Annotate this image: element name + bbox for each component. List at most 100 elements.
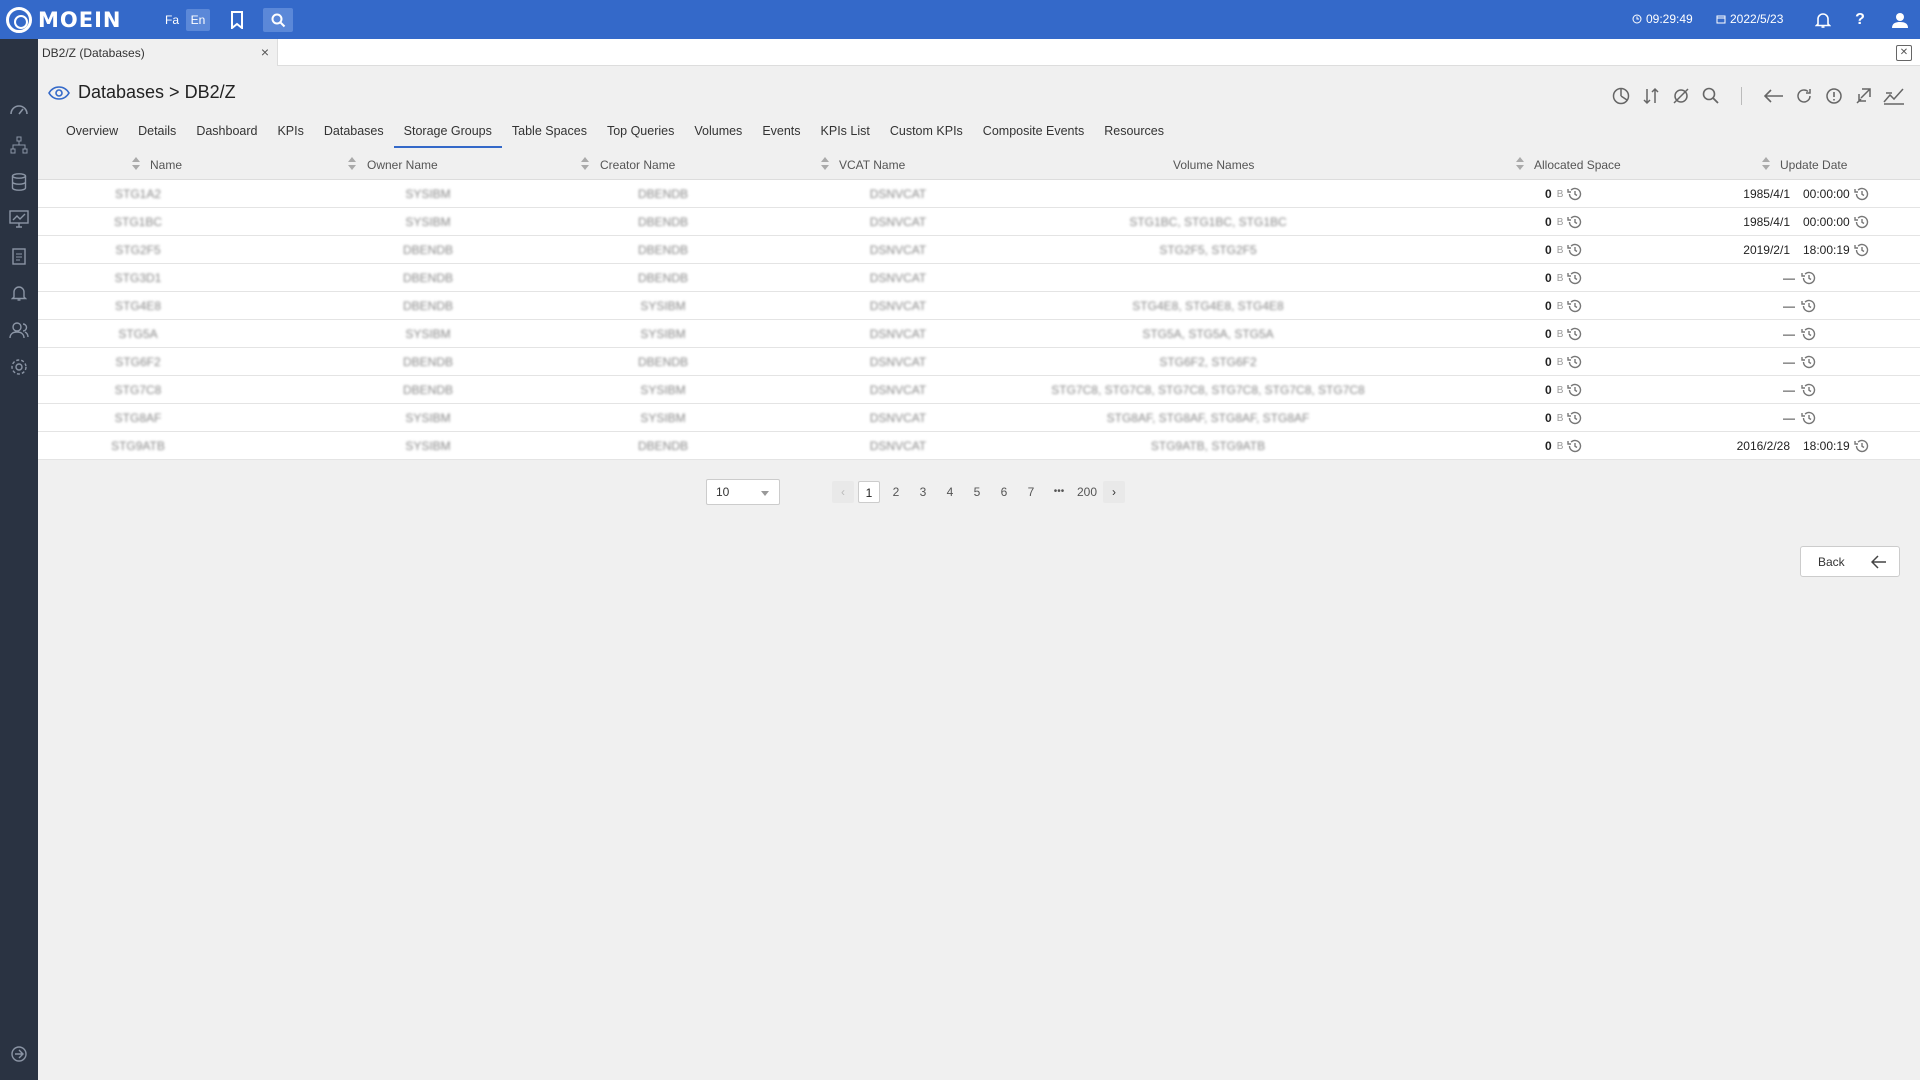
column-creator-name[interactable]: Creator Name (600, 158, 675, 172)
table-row[interactable]: STG2F5 DBENDB DBENDB DSNVCAT STG2F5, STG2F5 0… (38, 236, 1920, 264)
history-icon[interactable] (1801, 326, 1817, 342)
history-icon[interactable] (1567, 354, 1583, 370)
topology-icon[interactable] (7, 133, 31, 157)
disable-monitor-icon[interactable] (1669, 84, 1693, 108)
info-alert-icon[interactable] (1822, 84, 1846, 108)
page-size-select[interactable]: 10 (706, 479, 780, 505)
page-5[interactable]: 5 (966, 481, 988, 503)
tab-kpis[interactable]: KPIs (267, 116, 313, 148)
history-icon[interactable] (1567, 270, 1583, 286)
tab-details[interactable]: Details (128, 116, 186, 148)
column-owner-name[interactable]: Owner Name (367, 158, 438, 172)
next-page-icon[interactable]: › (1103, 481, 1125, 503)
table-row[interactable]: STG4E8 DBENDB SYSIBM DSNVCAT STG4E8, STG4E8,… (38, 292, 1920, 320)
tab-events[interactable]: Events (752, 116, 810, 148)
sort-allocated-icon[interactable] (1516, 157, 1524, 171)
page-7[interactable]: 7 (1020, 481, 1042, 503)
tab-kpis-list[interactable]: KPIs List (811, 116, 880, 148)
history-icon[interactable] (1801, 298, 1817, 314)
history-icon[interactable] (1567, 410, 1583, 426)
back-arrow-icon[interactable] (1762, 84, 1786, 108)
history-icon[interactable] (1567, 242, 1583, 258)
pin-icon[interactable] (1852, 84, 1876, 108)
help-icon[interactable]: ? (1848, 8, 1872, 32)
tab-top-queries[interactable]: Top Queries (597, 116, 684, 148)
history-icon[interactable] (1567, 298, 1583, 314)
history-icon[interactable] (1801, 382, 1817, 398)
collapse-sidebar-icon[interactable] (7, 1042, 31, 1066)
settings-icon[interactable] (7, 355, 31, 379)
refresh-icon[interactable] (1792, 84, 1816, 108)
tab-composite-events[interactable]: Composite Events (973, 116, 1094, 148)
chart-pie-icon[interactable] (1609, 84, 1633, 108)
history-icon[interactable] (1567, 186, 1583, 202)
search-table-icon[interactable] (1699, 84, 1723, 108)
table-row[interactable]: STG6F2 DBENDB DBENDB DSNVCAT STG6F2, STG6F2 0… (38, 348, 1920, 376)
monitor-icon[interactable] (7, 207, 31, 231)
page-1[interactable]: 1 (858, 481, 880, 503)
history-icon[interactable] (1854, 438, 1870, 454)
sort-creator-icon[interactable] (581, 157, 589, 171)
sort-vcat-icon[interactable] (821, 157, 829, 171)
document-tab[interactable]: DB2/Z (Databases) × (38, 39, 278, 66)
column-allocated-space[interactable]: Allocated Space (1534, 158, 1621, 172)
history-icon[interactable] (1801, 410, 1817, 426)
logo[interactable]: MOEIN (6, 7, 121, 33)
history-icon[interactable] (1567, 214, 1583, 230)
tab-table-spaces[interactable]: Table Spaces (502, 116, 597, 148)
close-all-tabs-icon[interactable]: ✕ (1896, 45, 1912, 61)
page-2[interactable]: 2 (885, 481, 907, 503)
tab-custom-kpis[interactable]: Custom KPIs (880, 116, 973, 148)
report-icon[interactable] (7, 244, 31, 268)
table-row[interactable]: STG1A2 SYSIBM DBENDB DSNVCAT 0 B 1985/4/1 00:00… (38, 180, 1920, 208)
table-row[interactable]: STG3D1 DBENDB DBENDB DSNVCAT 0 B — (38, 264, 1920, 292)
tab-databases[interactable]: Databases (314, 116, 394, 148)
tab-storage-groups[interactable]: Storage Groups (393, 116, 502, 148)
tab-dashboard[interactable]: Dashboard (186, 116, 267, 148)
page-6[interactable]: 6 (993, 481, 1015, 503)
column-update-date[interactable]: Update Date (1780, 158, 1847, 172)
table-row[interactable]: STG1BC SYSIBM DBENDB DSNVCAT STG1BC, STG1BC,… (38, 208, 1920, 236)
eye-icon[interactable] (48, 86, 70, 103)
history-icon[interactable] (1854, 242, 1870, 258)
gauge-icon[interactable] (7, 96, 31, 120)
history-icon[interactable] (1801, 270, 1817, 286)
history-icon[interactable] (1854, 186, 1870, 202)
table-row[interactable]: STG8AF SYSIBM SYSIBM DSNVCAT STG8AF, STG8AF,… (38, 404, 1920, 432)
column-name[interactable]: Name (150, 158, 182, 172)
trend-chart-icon[interactable] (1882, 84, 1906, 108)
table-row[interactable]: STG5A SYSIBM SYSIBM DSNVCAT STG5A, STG5A, ST… (38, 320, 1920, 348)
sort-owner-icon[interactable] (348, 157, 356, 171)
history-icon[interactable] (1854, 214, 1870, 230)
back-button[interactable]: Back (1800, 546, 1900, 577)
lang-fa-button[interactable]: Fa (160, 9, 184, 31)
lang-en-button[interactable]: En (186, 9, 210, 31)
user-icon[interactable] (1888, 8, 1912, 32)
close-tab-icon[interactable]: × (261, 45, 269, 59)
sort-icon[interactable] (1639, 84, 1663, 108)
history-icon[interactable] (1567, 382, 1583, 398)
bookmark-icon[interactable] (225, 8, 249, 32)
toolbar-separator (1741, 87, 1742, 105)
search-button[interactable] (263, 8, 293, 32)
tab-volumes[interactable]: Volumes (684, 116, 752, 148)
page-4[interactable]: 4 (939, 481, 961, 503)
page-ellipsis[interactable]: ••• (1048, 481, 1070, 503)
column-vcat-name[interactable]: VCAT Name (839, 158, 905, 172)
alert-bell-icon[interactable] (7, 281, 31, 305)
page-3[interactable]: 3 (912, 481, 934, 503)
sort-name-icon[interactable] (132, 157, 140, 171)
page-200[interactable]: 200 (1074, 481, 1100, 503)
history-icon[interactable] (1801, 354, 1817, 370)
users-icon[interactable] (7, 318, 31, 342)
database-icon[interactable] (7, 170, 31, 194)
tab-overview[interactable]: Overview (56, 116, 128, 148)
bell-icon[interactable] (1811, 8, 1835, 32)
sort-update-date-icon[interactable] (1762, 157, 1770, 171)
history-icon[interactable] (1567, 326, 1583, 342)
table-row[interactable]: STG9ATB SYSIBM DBENDB DSNVCAT STG9ATB, STG9A… (38, 432, 1920, 460)
history-icon[interactable] (1567, 438, 1583, 454)
prev-page-icon[interactable]: ‹ (832, 481, 854, 503)
table-row[interactable]: STG7C8 DBENDB SYSIBM DSNVCAT STG7C8, STG7C8,… (38, 376, 1920, 404)
tab-resources[interactable]: Resources (1094, 116, 1174, 148)
